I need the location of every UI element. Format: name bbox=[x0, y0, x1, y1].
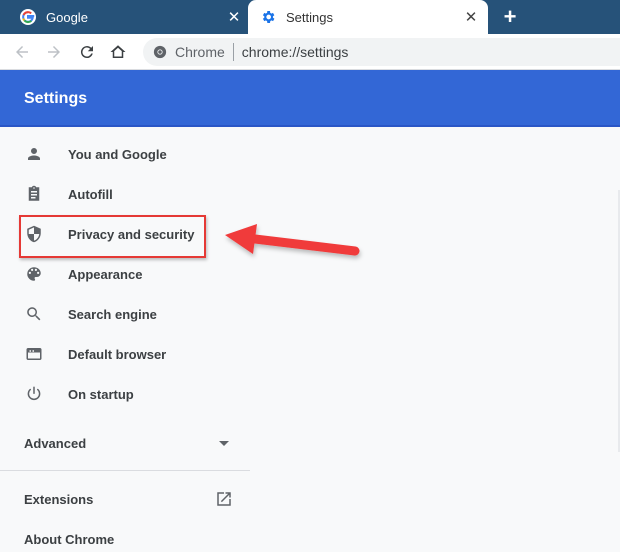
extensions-label: Extensions bbox=[24, 492, 94, 507]
tab-google[interactable]: Google ✕ bbox=[0, 0, 247, 34]
reload-button[interactable] bbox=[77, 42, 97, 62]
close-tab-icon[interactable]: ✕ bbox=[463, 9, 479, 26]
sidebar-item-privacy-and-security[interactable]: Privacy and security bbox=[0, 214, 250, 254]
person-icon bbox=[24, 144, 44, 164]
clipboard-icon bbox=[24, 184, 44, 204]
browser-window-icon bbox=[24, 344, 44, 364]
chrome-icon bbox=[153, 45, 167, 59]
sidebar-item-default-browser[interactable]: Default browser bbox=[0, 334, 250, 374]
sidebar-item-about-chrome[interactable]: About Chrome bbox=[0, 520, 250, 552]
sidebar-item-label: Search engine bbox=[68, 306, 157, 322]
omnibox-separator bbox=[232, 43, 234, 61]
gear-icon bbox=[260, 9, 276, 25]
forward-button[interactable] bbox=[44, 42, 64, 62]
sidebar-item-label: Autofill bbox=[68, 186, 113, 202]
tab-settings[interactable]: Settings ✕ bbox=[248, 0, 488, 34]
sidebar-item-label: Appearance bbox=[68, 266, 143, 282]
sidebar-item-search-engine[interactable]: Search engine bbox=[0, 294, 250, 334]
shield-icon bbox=[24, 224, 44, 244]
sidebar-divider bbox=[0, 470, 250, 471]
home-icon bbox=[110, 45, 126, 58]
tab-title: Google bbox=[46, 9, 88, 25]
advanced-toggle[interactable]: Advanced bbox=[0, 423, 250, 463]
google-g-icon bbox=[20, 9, 36, 25]
close-tab-icon[interactable]: ✕ bbox=[226, 9, 242, 26]
sidebar-item-you-and-google[interactable]: You and Google bbox=[0, 134, 250, 174]
url-text[interactable]: chrome://settings bbox=[242, 44, 349, 60]
sidebar-item-appearance[interactable]: Appearance bbox=[0, 254, 250, 294]
settings-header: Settings bbox=[0, 70, 620, 127]
tab-strip: Google ✕ Settings ✕ + bbox=[0, 0, 620, 34]
sidebar-item-extensions[interactable]: Extensions bbox=[0, 480, 250, 520]
about-chrome-label: About Chrome bbox=[24, 532, 115, 547]
open-in-new-icon bbox=[217, 492, 231, 506]
page-title: Settings bbox=[24, 90, 88, 107]
sidebar-item-label: Privacy and security bbox=[68, 226, 195, 242]
new-tab-button[interactable]: + bbox=[498, 5, 522, 29]
sidebar-item-on-startup[interactable]: On startup bbox=[0, 374, 250, 414]
home-button[interactable] bbox=[108, 42, 128, 62]
advanced-label: Advanced bbox=[24, 436, 87, 451]
site-chip: Chrome bbox=[153, 44, 225, 60]
site-chip-label: Chrome bbox=[175, 44, 225, 60]
browser-toolbar: Chrome chrome://settings bbox=[0, 34, 620, 70]
omnibox[interactable]: Chrome chrome://settings bbox=[143, 38, 620, 66]
power-icon bbox=[24, 384, 44, 404]
back-button[interactable] bbox=[12, 42, 32, 62]
reload-icon bbox=[80, 46, 93, 59]
palette-icon bbox=[24, 264, 44, 284]
caret-down-icon bbox=[219, 441, 229, 446]
tab-title: Settings bbox=[286, 9, 333, 25]
sidebar-item-label: You and Google bbox=[68, 146, 167, 162]
search-icon bbox=[24, 304, 44, 324]
arrow-left-icon bbox=[16, 46, 28, 58]
arrow-right-icon bbox=[48, 46, 60, 58]
sidebar-item-label: Default browser bbox=[68, 346, 167, 362]
sidebar-item-label: On startup bbox=[68, 386, 134, 402]
sidebar-item-autofill[interactable]: Autofill bbox=[0, 174, 250, 214]
